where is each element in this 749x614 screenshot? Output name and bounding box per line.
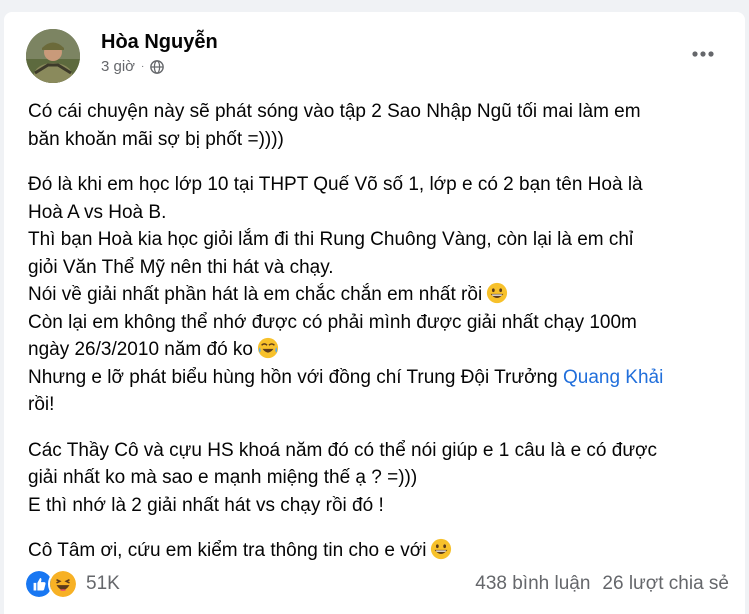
avatar[interactable] [26, 29, 80, 83]
avatar-image [26, 29, 80, 83]
post-line: giải nhất ko mà sao e mạnh miệng thế ạ ?… [28, 467, 418, 488]
post-line-with-emoji: ngày 26/3/2010 năm đó ko [28, 336, 728, 364]
post-line-text: Nói về giải nhất phần hát là em chắc chắ… [28, 284, 483, 305]
post-line-text: ngày 26/3/2010 năm đó ko [28, 339, 254, 360]
post-paragraph: Đó là khi em học lớp 10 tại THPT Quế Võ … [28, 171, 728, 419]
post-line: rồi! [28, 394, 55, 415]
post-line-with-mention: Nhưng e lỡ phát biểu hùng hồn với đồng c… [28, 364, 728, 392]
engagement-bar: 51K 438 bình luận 26 lượt chia sẻ [24, 566, 729, 602]
post-line-text: Cô Tâm ơi, cứu em kiểm tra thông tin cho… [28, 540, 427, 561]
grinning-face-icon [487, 282, 508, 304]
post-line-with-emoji: Nói về giải nhất phần hát là em chắc chắ… [28, 281, 728, 309]
comments-count-link[interactable]: 438 bình luận [475, 573, 590, 595]
post-line: Có cái chuyện này sẽ phát sóng vào tập 2… [28, 101, 641, 122]
post-line: Đó là khi em học lớp 10 tại THPT Quế Võ … [28, 174, 643, 195]
post-paragraph: Có cái chuyện này sẽ phát sóng vào tập 2… [28, 98, 728, 153]
mention-link[interactable]: Quang Khải [563, 367, 663, 388]
post-more-button[interactable] [685, 36, 721, 72]
post-line: Hoà A vs Hoà B. [28, 201, 167, 223]
post-line: băn khoăn mãi sợ bị phốt =)))) [28, 128, 284, 150]
post-meta: 3 giờ · [101, 58, 165, 75]
reaction-count: 51K [86, 573, 120, 594]
post-line: Còn lại em không thể nhớ được có phải mì… [28, 311, 637, 333]
grinning-face-icon [431, 538, 452, 560]
reactions-summary[interactable]: 51K [24, 569, 120, 599]
post-line: giỏi Văn Thể Mỹ nên thi hát và chạy. [28, 256, 334, 278]
post-line: Thì bạn Hoà kia học giỏi lắm đi thi Rung… [28, 229, 634, 250]
post-body: Có cái chuyện này sẽ phát sóng vào tập 2… [28, 98, 728, 583]
post-line: Các Thầy Cô và cựu HS khoá năm đó có thể… [28, 439, 658, 461]
post-line: E thì nhớ là 2 giải nhất hát vs chạy rồi… [28, 494, 384, 516]
post-paragraph: Cô Tâm ơi, cứu em kiểm tra thông tin cho… [28, 537, 728, 565]
shares-count-link[interactable]: 26 lượt chia sẻ [602, 573, 729, 595]
meta-separator: · [141, 61, 145, 72]
post-paragraph: Các Thầy Cô và cựu HS khoá năm đó có thể… [28, 437, 728, 520]
post-card: Hòa Nguyễn 3 giờ · Có cái chuyện này sẽ … [4, 12, 745, 614]
post-timestamp[interactable]: 3 giờ [101, 58, 135, 75]
post-author[interactable]: Hòa Nguyễn [101, 31, 218, 54]
post-line-text: Nhưng e lỡ phát biểu hùng hồn với đồng c… [28, 366, 558, 388]
globe-icon[interactable] [150, 59, 165, 74]
more-horizontal-icon [692, 51, 714, 57]
engagement-stats: 438 bình luận 26 lượt chia sẻ [475, 573, 729, 595]
tears-of-joy-face-icon [257, 337, 279, 359]
post-line-with-emoji: Cô Tâm ơi, cứu em kiểm tra thông tin cho… [28, 537, 728, 565]
haha-reaction-icon [48, 569, 78, 599]
